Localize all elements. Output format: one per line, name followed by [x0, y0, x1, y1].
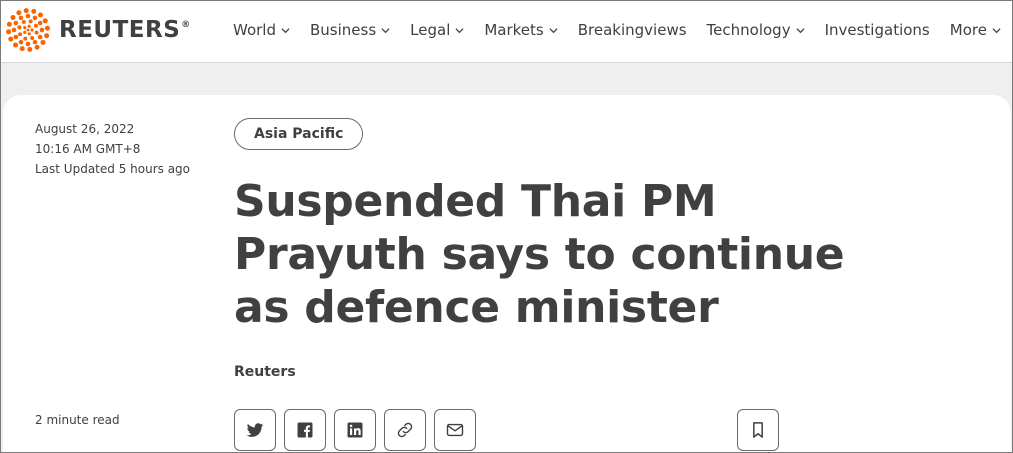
nav-item-business[interactable]: Business	[310, 21, 390, 39]
reuters-logo-icon	[6, 8, 50, 52]
chevron-down-icon	[381, 27, 390, 33]
logo-wordmark: REUTERS®	[59, 17, 191, 43]
article-card: August 26, 2022 10:16 AM GMT+8 Last Upda…	[3, 95, 1011, 452]
bookmark-button[interactable]	[737, 409, 779, 451]
publish-time: 10:16 AM GMT+8	[35, 142, 141, 156]
email-icon	[446, 423, 464, 437]
main-nav: World Business Legal Markets Breakingvie…	[233, 19, 1012, 41]
facebook-icon	[297, 422, 313, 438]
nav-label: World	[233, 21, 276, 39]
nav-item-investigations[interactable]: Investigations	[825, 21, 930, 39]
nav-label: Breakingviews	[577, 21, 687, 39]
nav-item-world[interactable]: World	[233, 21, 290, 39]
copy-link-button[interactable]	[384, 409, 426, 451]
nav-label: Business	[310, 21, 377, 39]
nav-label: Investigations	[824, 21, 930, 39]
bookmark-icon	[753, 422, 763, 438]
chevron-down-icon	[455, 27, 464, 33]
article-headline: Suspended Thai PM Prayuth says to contin…	[234, 176, 845, 333]
nav-item-legal[interactable]: Legal	[410, 21, 464, 39]
reuters-logo[interactable]: REUTERS®	[5, 7, 195, 53]
twitter-icon	[246, 423, 264, 437]
nav-item-markets[interactable]: Markets	[484, 21, 558, 39]
link-icon	[397, 422, 413, 438]
share-linkedin-button[interactable]	[334, 409, 376, 451]
read-time: 2 minute read	[35, 413, 120, 427]
nav-item-breakingviews[interactable]: Breakingviews	[578, 21, 687, 39]
nav-label: More	[949, 21, 987, 39]
nav-label: Markets	[484, 21, 544, 39]
share-email-button[interactable]	[434, 409, 476, 451]
last-updated: Last Updated 5 hours ago	[35, 162, 191, 176]
category-tag[interactable]: Asia Pacific	[234, 118, 364, 150]
nav-label: Technology	[706, 21, 791, 39]
nav-item-technology[interactable]: Technology	[707, 21, 805, 39]
chevron-down-icon	[281, 27, 290, 33]
nav-item-more[interactable]: More	[950, 21, 1001, 39]
browser-viewport: REUTERS® World Business Legal Markets Br…	[0, 0, 1013, 453]
site-header: REUTERS® World Business Legal Markets Br…	[1, 1, 1012, 63]
publish-date: August 26, 2022	[35, 122, 135, 136]
byline[interactable]: Reuters	[234, 364, 296, 380]
chevron-down-icon	[992, 27, 1001, 33]
chevron-down-icon	[549, 27, 558, 33]
article-meta: August 26, 2022 10:16 AM GMT+8 Last Upda…	[35, 119, 190, 179]
nav-label: Legal	[410, 21, 451, 39]
share-twitter-button[interactable]	[234, 409, 276, 451]
share-facebook-button[interactable]	[284, 409, 326, 451]
chevron-down-icon	[796, 27, 805, 33]
linkedin-icon	[347, 422, 363, 438]
